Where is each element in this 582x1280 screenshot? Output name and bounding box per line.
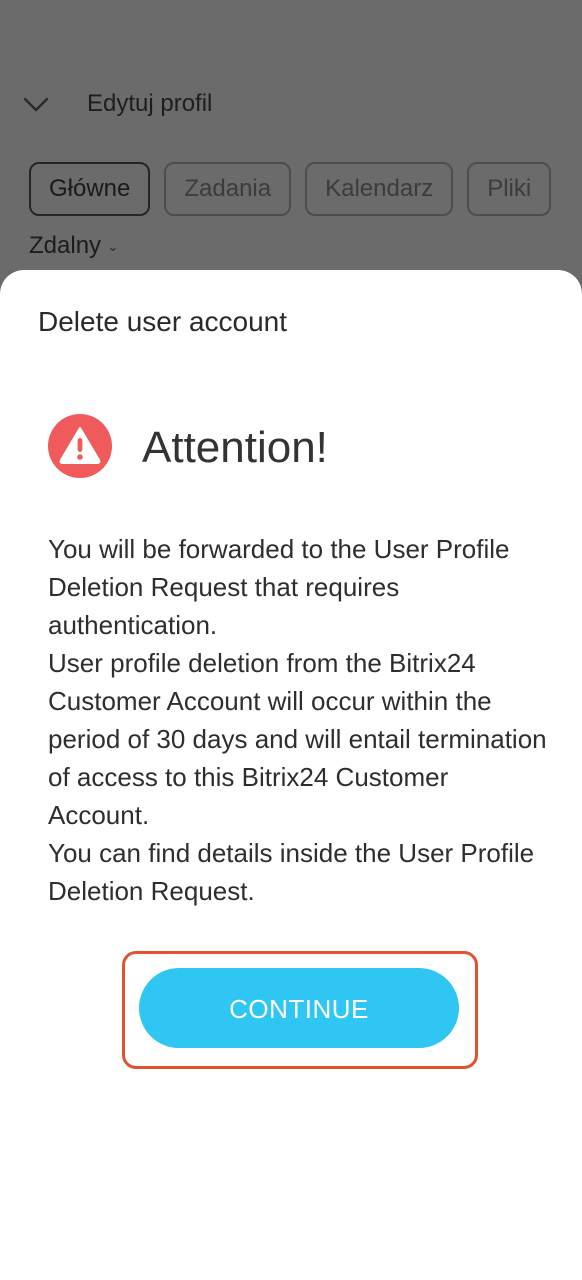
tab-zadania[interactable]: Zadania [164,162,292,216]
message-paragraph: You can find details inside the User Pro… [48,838,535,906]
profile-header: Edytuj profil [0,80,582,130]
message-paragraph: You will be forwarded to the User Profil… [48,534,510,640]
work-status-label: Zdalny [29,232,102,259]
tab-kalendarz[interactable]: Kalendarz [305,162,454,216]
chevron-down-icon[interactable] [22,92,50,116]
screen: Edytuj profil Główne Zadania Kalendarz Plik… [0,0,582,1280]
tab-glowne[interactable]: Główne [29,162,151,216]
message-paragraph: User profile deletion from the Bitrix24 … [48,648,547,830]
tab-pliki[interactable]: Pliki [467,162,552,216]
profile-tabs: Główne Zadania Kalendarz Pliki [29,162,565,216]
attention-row: Attention! [48,414,548,480]
caret-down-icon: ⌄ [107,238,119,255]
profile-header-title: Edytuj profil [87,90,213,117]
attention-heading: Attention! [142,423,328,472]
deletion-message: You will be forwarded to the User Profil… [48,530,548,910]
sheet-title: Delete user account [38,306,288,337]
warning-triangle-icon [48,414,112,478]
delete-account-sheet: Delete user account Attention! You will … [0,270,582,1280]
work-status-selector[interactable]: Zdalny ⌄ [29,232,119,260]
continue-button[interactable]: CONTINUE [139,968,459,1048]
